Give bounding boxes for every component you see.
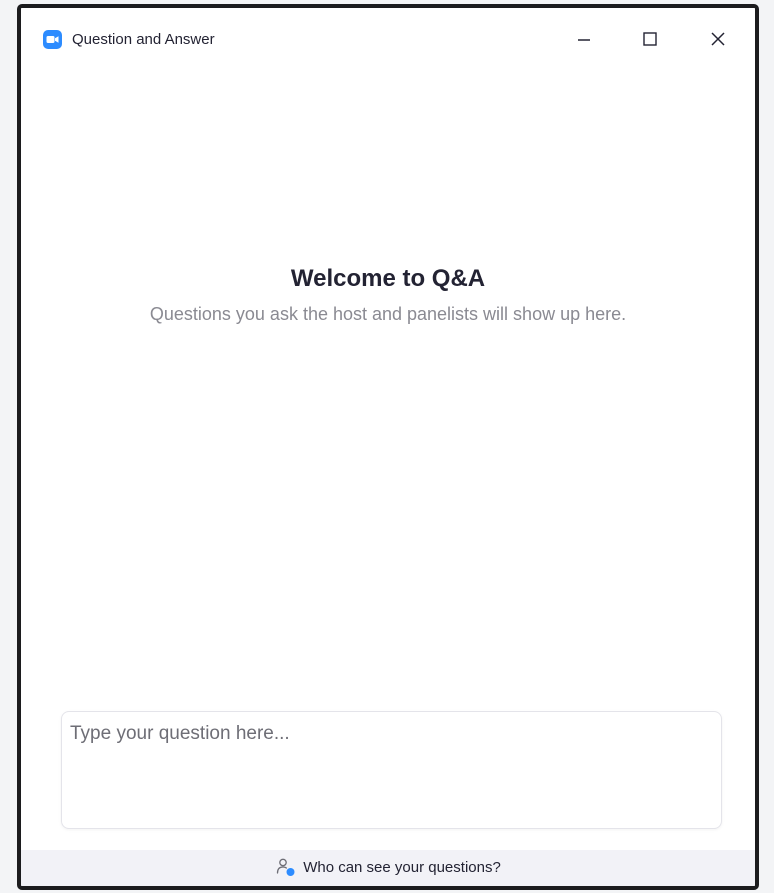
footer-bar: Who can see your questions?: [21, 850, 755, 886]
title-bar[interactable]: Question and Answer: [21, 8, 755, 66]
window-title: Question and Answer: [72, 31, 215, 48]
close-button[interactable]: [698, 22, 738, 56]
qa-window: Question and Answer Welcome to Q&A Quest…: [17, 4, 759, 890]
close-icon: [711, 32, 725, 46]
welcome-title: Welcome to Q&A: [290, 265, 486, 292]
maximize-button[interactable]: [630, 22, 670, 56]
question-box: [61, 711, 722, 829]
question-input[interactable]: [62, 712, 721, 828]
minimize-icon: [578, 39, 590, 41]
empty-state: Welcome to Q&A Questions you ask the hos…: [21, 264, 755, 329]
privacy-link-label: Who can see your questions?: [303, 859, 501, 876]
minimize-button[interactable]: [564, 22, 604, 56]
person-eye-icon: [277, 858, 295, 876]
privacy-link[interactable]: Who can see your questions?: [275, 857, 501, 879]
zoom-app-icon: [43, 30, 62, 49]
maximize-icon: [643, 32, 657, 46]
welcome-subtitle: Questions you ask the host and panelists…: [149, 304, 627, 324]
